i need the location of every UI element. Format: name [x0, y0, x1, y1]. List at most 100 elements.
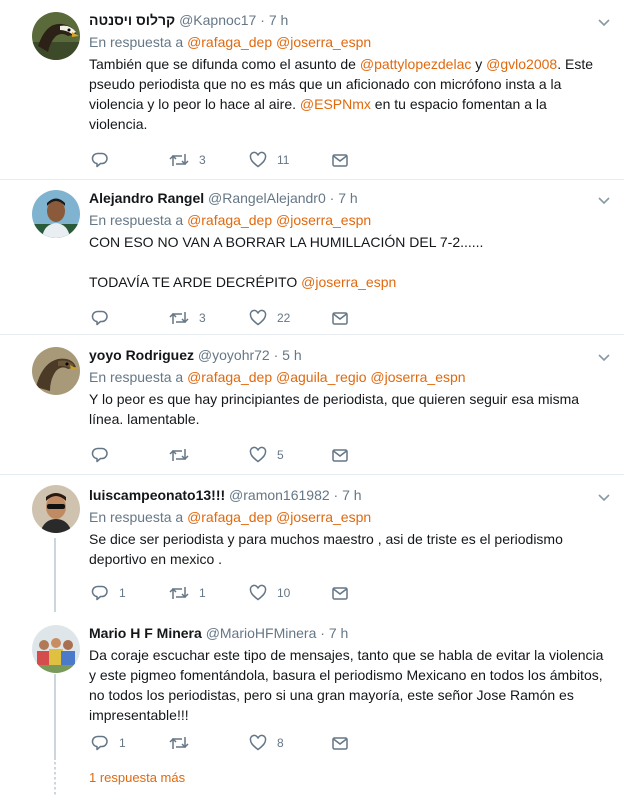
- user-handle[interactable]: @yoyohr72: [198, 347, 270, 363]
- mention-link[interactable]: @joserra_espn: [276, 212, 371, 228]
- like-count: 11: [277, 153, 290, 167]
- like-button[interactable]: 10: [249, 583, 290, 603]
- tweet-actions: 1 1 10: [89, 583, 389, 603]
- user-handle[interactable]: @MarioHFMinera: [206, 625, 317, 641]
- text-part: También que se difunda como el asunto de: [89, 56, 360, 72]
- mention-link[interactable]: @pattylopezdelac: [360, 56, 472, 72]
- avatar[interactable]: [32, 485, 80, 533]
- reply-button[interactable]: 1: [91, 733, 126, 753]
- retweet-icon: [169, 584, 189, 602]
- tweet[interactable]: Alejandro Rangel @RangelAlejandr0 · 7 h …: [0, 180, 624, 335]
- mention-link[interactable]: @joserra_espn: [370, 369, 465, 385]
- tweet-timestamp[interactable]: 7 h: [329, 625, 348, 641]
- user-fullname[interactable]: yoyo Rodriguez: [89, 347, 194, 363]
- tweet-timestamp[interactable]: 7 h: [269, 12, 288, 28]
- tweet-text: Da coraje escuchar este tipo de mensajes…: [89, 647, 604, 723]
- message-icon: [331, 446, 349, 464]
- text-part: y: [471, 56, 487, 72]
- reply-icon: [91, 584, 109, 602]
- tweet[interactable]: Mario H F Minera @MarioHFMinera · 7 h Da…: [0, 615, 624, 765]
- mention-link[interactable]: @joserra_espn: [301, 274, 396, 290]
- message-icon: [331, 584, 349, 602]
- like-icon: [249, 584, 267, 602]
- tweet-timestamp[interactable]: 7 h: [342, 487, 361, 503]
- replies-feed: קרלוס ויסנטה @Kapnoc17 · 7 h En respuest…: [0, 0, 624, 800]
- avatar-person-image: [32, 485, 80, 533]
- message-button[interactable]: [331, 150, 349, 170]
- like-icon: [249, 734, 267, 752]
- message-icon: [331, 734, 349, 752]
- chevron-down-icon[interactable]: [596, 489, 612, 505]
- mention-link[interactable]: @rafaga_dep: [187, 369, 272, 385]
- reply-context: En respuesta a @rafaga_dep @joserra_espn: [89, 32, 604, 52]
- reply-button[interactable]: [91, 308, 119, 328]
- message-button[interactable]: [331, 733, 349, 753]
- avatar-eagle-image: [32, 12, 80, 60]
- mention-link[interactable]: @joserra_espn: [276, 34, 371, 50]
- mention-link[interactable]: @joserra_espn: [276, 509, 371, 525]
- separator-dot: ·: [320, 625, 325, 641]
- user-fullname[interactable]: Mario H F Minera: [89, 625, 202, 641]
- retweet-icon: [169, 446, 189, 464]
- message-button[interactable]: [331, 308, 349, 328]
- tweet[interactable]: yoyo Rodriguez @yoyohr72 · 5 h En respue…: [0, 335, 624, 475]
- tweet-text: Y lo peor es que hay principiantes de pe…: [89, 391, 580, 427]
- mention-link[interactable]: @gvlo2008: [486, 56, 557, 72]
- tweet[interactable]: קרלוס ויסנטה @Kapnoc17 · 7 h En respuest…: [0, 0, 624, 180]
- tweet-timestamp[interactable]: 5 h: [282, 347, 301, 363]
- user-fullname[interactable]: luiscampeonato13!!!: [89, 487, 225, 503]
- avatar[interactable]: [32, 625, 80, 673]
- separator-dot: ·: [273, 347, 279, 363]
- show-more-replies-link[interactable]: 1 respuesta más: [89, 770, 185, 785]
- like-button[interactable]: 8: [249, 733, 284, 753]
- reply-button[interactable]: [91, 150, 119, 170]
- retweet-count: 3: [199, 311, 206, 325]
- avatar[interactable]: [32, 190, 80, 238]
- retweet-button[interactable]: [169, 733, 199, 753]
- avatar[interactable]: [32, 12, 80, 60]
- user-fullname[interactable]: Alejandro Rangel: [89, 190, 204, 206]
- avatar[interactable]: [32, 347, 80, 395]
- retweet-button[interactable]: 3: [169, 308, 206, 328]
- user-handle[interactable]: @RangelAlejandr0: [208, 190, 326, 206]
- message-button[interactable]: [331, 445, 349, 465]
- retweet-button[interactable]: [169, 445, 199, 465]
- tweet[interactable]: luiscampeonato13!!! @ramon161982 · 7 h E…: [0, 475, 624, 615]
- reply-button[interactable]: 1: [91, 583, 126, 603]
- user-handle[interactable]: @ramon161982: [229, 487, 330, 503]
- retweet-button[interactable]: 1: [169, 583, 206, 603]
- user-fullname[interactable]: קרלוס ויסנטה: [89, 12, 175, 28]
- retweet-count: 1: [199, 586, 206, 600]
- reply-count: 1: [119, 586, 126, 600]
- tweet-header: luiscampeonato13!!! @ramon161982 · 7 h: [89, 485, 604, 505]
- mention-link[interactable]: @aguila_regio: [276, 369, 367, 385]
- reply-icon: [91, 446, 109, 464]
- chevron-down-icon[interactable]: [596, 192, 612, 208]
- like-button[interactable]: 22: [249, 308, 290, 328]
- tweet-header: yoyo Rodriguez @yoyohr72 · 5 h: [89, 345, 604, 365]
- mention-link[interactable]: @ESPNmx: [300, 96, 371, 112]
- reply-prefix: En respuesta a: [89, 369, 184, 385]
- like-count: 8: [277, 736, 284, 750]
- retweet-button[interactable]: 3: [169, 150, 206, 170]
- tweet-header: Alejandro Rangel @RangelAlejandr0 · 7 h: [89, 188, 604, 208]
- message-button[interactable]: [331, 583, 349, 603]
- like-icon: [249, 151, 267, 169]
- chevron-down-icon[interactable]: [596, 14, 612, 30]
- reply-button[interactable]: [91, 445, 119, 465]
- like-button[interactable]: 5: [249, 445, 284, 465]
- mention-link[interactable]: @rafaga_dep: [187, 34, 272, 50]
- like-button[interactable]: 11: [249, 150, 289, 170]
- reply-context: En respuesta a @rafaga_dep @aguila_regio…: [89, 367, 604, 387]
- chevron-down-icon[interactable]: [596, 349, 612, 365]
- reply-prefix: En respuesta a: [89, 34, 184, 50]
- like-count: 10: [277, 586, 291, 600]
- mention-link[interactable]: @rafaga_dep: [187, 509, 272, 525]
- retweet-count: 3: [199, 153, 206, 167]
- text-line: CON ESO NO VAN A BORRAR LA HUMILLACIÓN D…: [89, 234, 484, 250]
- mention-link[interactable]: @rafaga_dep: [187, 212, 272, 228]
- tweet-text: Se dice ser periodista y para muchos mae…: [89, 531, 563, 567]
- tweet-header: קרלוס ויסנטה @Kapnoc17 · 7 h: [89, 10, 604, 30]
- user-handle[interactable]: @Kapnoc17: [179, 12, 256, 28]
- tweet-timestamp[interactable]: 7 h: [338, 190, 357, 206]
